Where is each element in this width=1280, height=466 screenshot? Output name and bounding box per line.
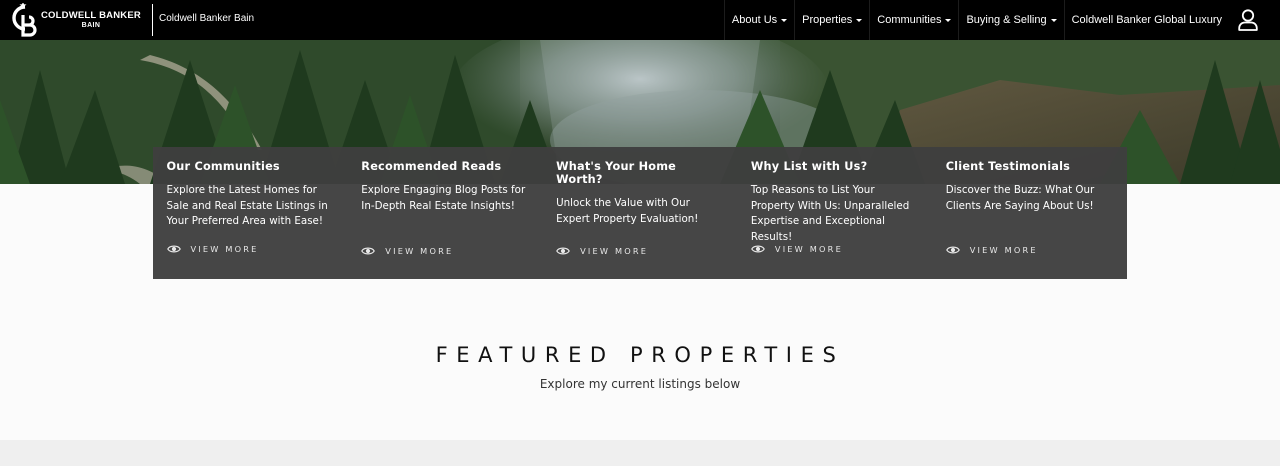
view-more-link[interactable]: VIEW MORE: [166, 244, 259, 254]
eye-icon: [166, 245, 181, 253]
top-navigation-bar: COLDWELL BANKER BAIN Coldwell Banker Bai…: [0, 0, 1280, 40]
card-home-worth[interactable]: What's Your Home Worth? Unlock the Value…: [543, 147, 738, 279]
view-more-link[interactable]: VIEW MORE: [750, 244, 843, 254]
nav-label: Communities: [877, 14, 942, 26]
office-name[interactable]: Coldwell Banker Bain: [159, 13, 254, 24]
card-title: Why List with Us?: [750, 160, 868, 173]
eye-icon: [750, 245, 765, 253]
card-title: Recommended Reads: [361, 160, 502, 173]
nav-label: Buying & Selling: [966, 14, 1047, 26]
logo-brand-text: COLDWELL BANKER: [41, 9, 141, 21]
cb-logo-icon: [12, 3, 37, 37]
listings-section-band: [0, 440, 1280, 466]
logo-sub-text: BAIN: [81, 22, 101, 30]
view-more-label: VIEW MORE: [774, 244, 843, 254]
view-more-label: VIEW MORE: [385, 246, 454, 256]
caret-down-icon: [781, 18, 788, 22]
quick-links-panel: Our Communities Explore the Latest Homes…: [153, 147, 1127, 279]
logo-divider: [152, 4, 153, 36]
view-more-link[interactable]: VIEW MORE: [361, 246, 453, 256]
nav-global-luxury[interactable]: Coldwell Banker Global Luxury: [1063, 0, 1238, 40]
nav-label: About Us: [731, 14, 778, 26]
card-recommended-reads[interactable]: Recommended Reads Explore Engaging Blog …: [348, 147, 543, 279]
card-client-testimonials[interactable]: Client Testimonials Discover the Buzz: W…: [932, 147, 1127, 279]
card-description: Discover the Buzz: What Our Clients Are …: [945, 184, 1095, 212]
card-title: Our Communities: [166, 160, 280, 173]
nav-communities[interactable]: Communities: [869, 0, 958, 40]
card-title: Client Testimonials: [945, 160, 1071, 173]
nav-label: Properties: [802, 14, 853, 26]
caret-down-icon: [945, 18, 952, 22]
view-more-label: VIEW MORE: [580, 246, 649, 256]
view-more-label: VIEW MORE: [969, 245, 1038, 255]
nav-properties[interactable]: Properties: [794, 0, 869, 40]
nav-label: Coldwell Banker Global Luxury: [1071, 14, 1222, 26]
main-nav: About Us Properties Communities Buying &…: [723, 0, 1280, 40]
card-our-communities[interactable]: Our Communities Explore the Latest Homes…: [153, 147, 348, 279]
card-description: Top Reasons to List Your Property With U…: [750, 184, 910, 243]
caret-down-icon: [856, 18, 863, 22]
eye-icon: [556, 247, 570, 255]
nav-buying-selling[interactable]: Buying & Selling: [958, 0, 1063, 40]
brand-logo[interactable]: COLDWELL BANKER BAIN: [9, 3, 141, 37]
card-description: Explore Engaging Blog Posts for In-Depth…: [361, 184, 526, 212]
eye-icon: [945, 246, 960, 254]
card-why-list[interactable]: Why List with Us? Top Reasons to List Yo…: [737, 147, 932, 279]
user-account-button[interactable]: [1238, 0, 1280, 40]
card-description: Explore the Latest Homes for Sale and Re…: [166, 184, 328, 227]
view-more-link[interactable]: VIEW MORE: [556, 246, 648, 256]
view-more-link[interactable]: VIEW MORE: [945, 245, 1038, 255]
user-icon: [1238, 9, 1258, 31]
card-title: What's Your Home Worth?: [556, 160, 677, 186]
caret-down-icon: [1050, 18, 1057, 22]
nav-about-us[interactable]: About Us: [723, 0, 794, 40]
view-more-label: VIEW MORE: [190, 244, 259, 254]
card-description: Unlock the Value with Our Expert Propert…: [556, 197, 699, 225]
eye-icon: [361, 247, 376, 255]
featured-properties-heading: FEATURED PROPERTIES: [435, 343, 845, 367]
featured-properties-subtitle: Explore my current listings below: [539, 377, 741, 391]
